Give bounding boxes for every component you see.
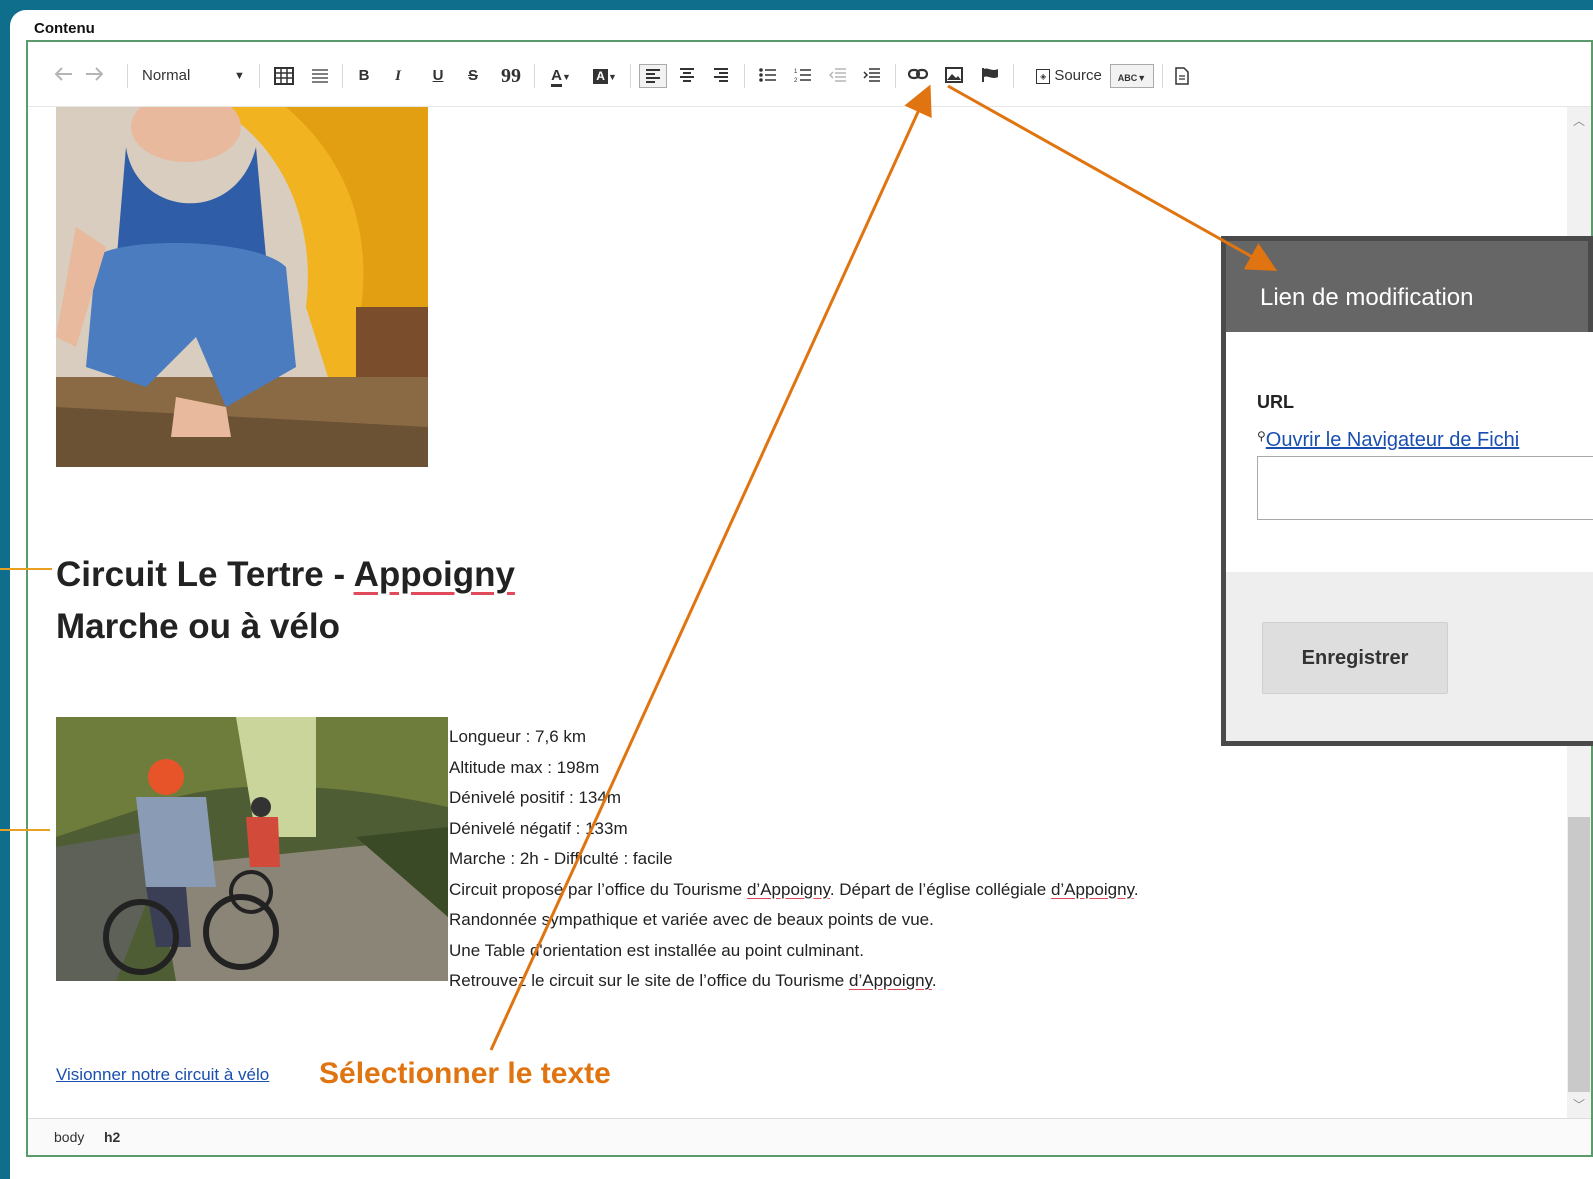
- underline-icon[interactable]: U: [426, 64, 450, 88]
- align-right-icon[interactable]: [708, 64, 734, 88]
- dialog-title: Lien de modification: [1260, 284, 1474, 311]
- strikethrough-icon[interactable]: S: [461, 64, 485, 88]
- url-input[interactable]: [1257, 456, 1593, 520]
- page-heading[interactable]: Circuit Le Tertre - Appoigny Marche ou à…: [56, 549, 515, 653]
- indent-icon[interactable]: [859, 64, 885, 88]
- text-color-icon[interactable]: A▼: [544, 64, 578, 88]
- dialog-body: [1226, 332, 1593, 572]
- chevron-down-icon[interactable]: ﹀: [1567, 1095, 1591, 1115]
- margin-marker: [0, 829, 50, 831]
- element-path-bar: body h2: [28, 1118, 1591, 1155]
- bulleted-list-icon[interactable]: [755, 64, 781, 88]
- scroll-thumb[interactable]: [1568, 817, 1590, 1092]
- margin-marker: [0, 568, 52, 570]
- path-body[interactable]: body: [54, 1129, 84, 1145]
- editor-toolbar: Normal ▼ B I U S 99 A▼ A ▼ 1 2 ◈ Source …: [28, 42, 1591, 107]
- background-color-icon[interactable]: A ▼: [588, 64, 622, 88]
- bold-icon[interactable]: B: [352, 64, 376, 88]
- redo-icon[interactable]: [82, 64, 106, 88]
- align-center-icon[interactable]: [674, 64, 700, 88]
- undo-icon[interactable]: [52, 64, 76, 88]
- table-icon[interactable]: [271, 64, 297, 88]
- outdent-icon[interactable]: [825, 64, 851, 88]
- italic-icon[interactable]: I: [386, 64, 410, 88]
- trail-details[interactable]: Longueur : 7,6 km Altitude max : 198m Dé…: [449, 722, 1139, 997]
- magnifier-icon: ⚲: [1257, 429, 1266, 443]
- dialog-header[interactable]: Lien de modification: [1221, 236, 1593, 332]
- numbered-list-icon[interactable]: 12: [790, 64, 816, 88]
- url-label: URL: [1257, 392, 1294, 412]
- chevron-up-icon[interactable]: ︿: [1567, 111, 1591, 131]
- source-icon: ◈: [1036, 68, 1051, 84]
- align-left-icon[interactable]: [639, 64, 667, 88]
- path-h2[interactable]: h2: [104, 1129, 120, 1145]
- source-button[interactable]: ◈ Source: [1022, 64, 1116, 88]
- cyclists-image: [56, 717, 448, 981]
- panel-title: Contenu: [34, 20, 95, 37]
- bike-circuit-link[interactable]: Visionner notre circuit à vélo: [56, 1065, 269, 1085]
- format-value: Normal: [142, 67, 191, 84]
- chevron-down-icon: ▼: [234, 70, 245, 82]
- svg-text:1: 1: [794, 69, 798, 75]
- save-button[interactable]: Enregistrer: [1262, 622, 1448, 694]
- annotation-label: Sélectionner le texte: [319, 1057, 611, 1090]
- format-select[interactable]: Normal ▼: [142, 64, 252, 88]
- link-dialog: Lien de modification URL ⚲Ouvrir le Navi…: [1221, 236, 1593, 746]
- spellcheck-icon[interactable]: ABC▼: [1110, 64, 1154, 88]
- templates-icon[interactable]: [1170, 64, 1194, 88]
- file-browser-link[interactable]: ⚲Ouvrir le Navigateur de Fichi: [1257, 429, 1519, 452]
- svg-text:2: 2: [794, 78, 798, 83]
- link-icon[interactable]: [904, 64, 932, 88]
- blockquote-icon[interactable]: 99: [498, 64, 524, 88]
- child-on-slide-image: [56, 107, 428, 467]
- image-icon[interactable]: [941, 64, 967, 88]
- anchor-flag-icon[interactable]: [977, 64, 1003, 88]
- horizontal-rule-icon[interactable]: [308, 64, 332, 88]
- source-label: Source: [1054, 67, 1102, 84]
